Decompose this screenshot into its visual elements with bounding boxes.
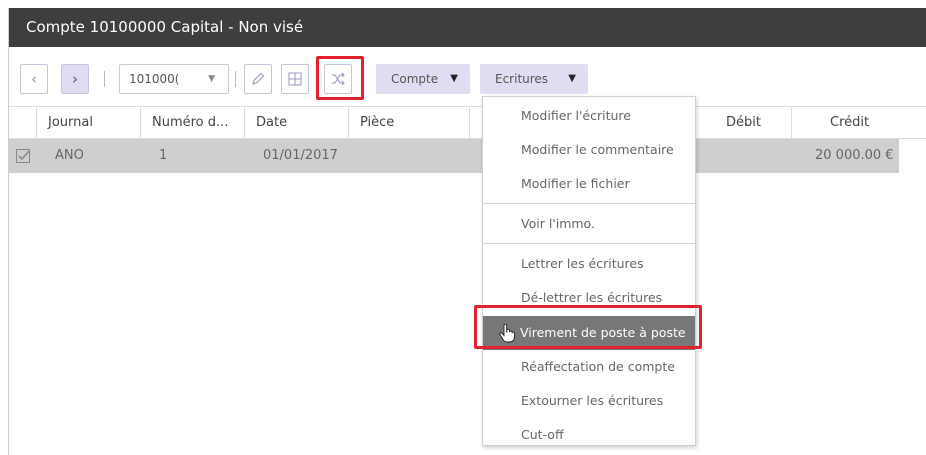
toolbar: ‹ › 101000( ▼ Compte ▼ Ecritures ▼ (9, 56, 926, 100)
chevron-left-icon: ‹ (31, 70, 37, 88)
column-header-debit[interactable]: Débit (691, 107, 791, 138)
caret-down-icon: ▼ (568, 73, 576, 84)
ecritures-menu: Modifier l'écriture Modifier le commenta… (482, 96, 696, 446)
menu-item-lettrer[interactable]: Lettrer les écritures (483, 247, 695, 281)
toolbar-separator (235, 71, 236, 87)
cell-journal: ANO (55, 148, 84, 163)
menu-item-reaffectation[interactable]: Réaffectation de compte (483, 350, 695, 384)
edit-button[interactable] (244, 64, 272, 94)
menu-item-cut-off[interactable]: Cut-off (483, 418, 695, 452)
compte-dropdown[interactable]: Compte ▼ (376, 64, 470, 94)
virement-highlight (474, 305, 702, 349)
ecritures-dropdown[interactable]: Ecritures ▼ (480, 64, 588, 94)
menu-divider (483, 243, 695, 244)
column-header-credit[interactable]: Crédit (791, 107, 901, 138)
window-title: Compte 10100000 Capital - Non visé (9, 8, 926, 47)
cell-piece (356, 139, 367, 173)
cell-numero: 1 (159, 148, 168, 163)
account-select[interactable]: 101000( ▼ (119, 64, 229, 94)
cell-credit: 20 000.00 € (815, 148, 894, 163)
menu-item-modifier-fichier[interactable]: Modifier le fichier (483, 167, 695, 201)
compte-dropdown-label: Compte (391, 72, 439, 86)
account-select-value: 101000( (129, 72, 180, 86)
menu-item-extourner[interactable]: Extourner les écritures (483, 384, 695, 418)
next-button[interactable]: › (61, 64, 89, 94)
column-header-piece[interactable]: Pièce (348, 107, 469, 138)
checkbox-checked-icon[interactable] (16, 149, 30, 163)
pencil-icon (252, 72, 265, 85)
cell-date: 01/01/2017 (263, 148, 338, 163)
previous-button[interactable]: ‹ (20, 64, 48, 94)
column-header-numero[interactable]: Numéro d... (140, 107, 244, 138)
split-icon (288, 72, 302, 86)
menu-item-voir-immo[interactable]: Voir l'immo. (483, 207, 695, 241)
toolbar-separator (104, 71, 105, 87)
table-header: Journal Numéro d... Date Pièce Débit Cré… (9, 106, 926, 139)
menu-item-modifier-ecriture[interactable]: Modifier l'écriture (483, 99, 695, 133)
chevron-down-icon: ▼ (208, 74, 215, 84)
caret-down-icon: ▼ (450, 73, 458, 84)
menu-item-modifier-commentaire[interactable]: Modifier le commentaire (483, 133, 695, 167)
chevron-right-icon: › (72, 70, 78, 88)
table-row[interactable]: ANO 1 01/01/2017 20 000.00 € (9, 139, 899, 173)
cell-debit (709, 139, 720, 173)
column-header-journal[interactable]: Journal (36, 107, 140, 138)
ecritures-dropdown-label: Ecritures (495, 72, 549, 86)
transfer-button-highlight (316, 56, 364, 100)
account-window: Compte 10100000 Capital - Non visé ‹ › 1… (8, 8, 926, 455)
column-header-date[interactable]: Date (244, 107, 348, 138)
menu-divider (483, 203, 695, 204)
split-button[interactable] (281, 64, 309, 94)
